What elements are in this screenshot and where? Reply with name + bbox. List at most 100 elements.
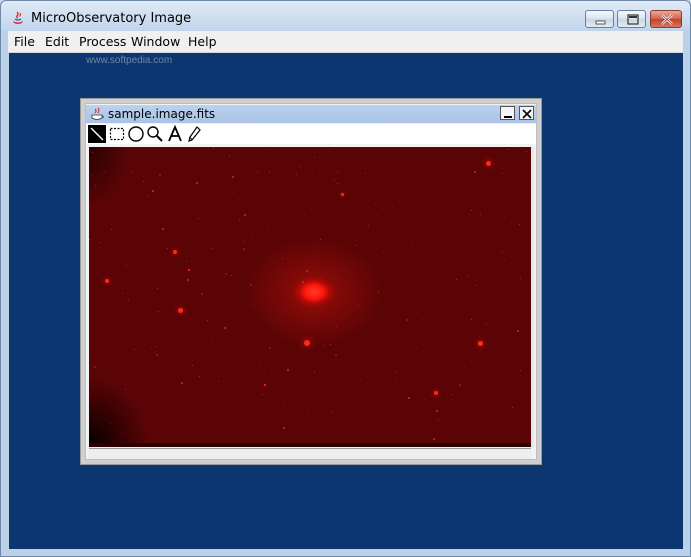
faint-star	[396, 378, 397, 379]
faint-star	[282, 173, 283, 174]
faint-star	[408, 397, 410, 399]
menu-process[interactable]: Process	[79, 34, 126, 49]
faint-star	[504, 259, 505, 260]
menu-window[interactable]: Window	[131, 34, 180, 49]
faint-star	[201, 293, 203, 295]
faint-star	[143, 181, 144, 182]
faint-star	[157, 288, 158, 289]
faint-star	[314, 371, 315, 372]
menu-file[interactable]: File	[14, 34, 35, 49]
faint-star	[229, 155, 230, 156]
faint-star	[218, 385, 219, 386]
faint-star	[392, 206, 393, 207]
faint-star	[111, 229, 112, 230]
image-right-edge	[531, 147, 534, 447]
faint-star	[125, 389, 126, 390]
faint-star	[395, 372, 396, 373]
faint-star	[436, 410, 438, 412]
faint-star	[95, 185, 96, 186]
faint-star	[502, 173, 503, 174]
faint-star	[225, 273, 227, 275]
star	[434, 391, 438, 395]
ellipse-select-icon[interactable]	[127, 125, 145, 143]
app-java-icon	[10, 10, 26, 26]
faint-star	[101, 164, 102, 165]
star	[477, 340, 483, 346]
faint-star	[221, 406, 222, 407]
faint-star	[232, 176, 234, 178]
image-window-titlebar[interactable]: sample.image.fits	[86, 105, 536, 123]
faint-star	[153, 414, 154, 415]
faint-star	[254, 305, 255, 306]
faint-star	[471, 210, 472, 211]
faint-star	[375, 204, 376, 205]
image-status-bar	[89, 448, 531, 459]
rectangle-select-icon[interactable]	[108, 125, 126, 143]
maximize-button[interactable]	[617, 10, 646, 28]
faint-star	[262, 394, 263, 395]
text-tool-icon[interactable]	[166, 125, 184, 143]
faint-star	[526, 151, 527, 152]
faint-star	[198, 238, 199, 239]
faint-star	[122, 293, 123, 294]
faint-star	[317, 314, 318, 315]
faint-star	[122, 432, 123, 433]
faint-star	[186, 261, 187, 262]
faint-star	[156, 354, 158, 356]
faint-star	[417, 314, 418, 315]
menu-bar: File Edit Process Window Help	[8, 31, 683, 53]
faint-star	[300, 166, 301, 167]
astronomy-image-canvas[interactable]	[89, 147, 531, 447]
faint-star	[312, 170, 313, 171]
faint-star	[233, 192, 234, 193]
faint-star	[273, 182, 274, 183]
faint-star	[90, 394, 91, 395]
menu-help[interactable]: Help	[188, 34, 217, 49]
title-bar[interactable]: MicroObservatory Image	[1, 1, 690, 31]
faint-star	[181, 382, 183, 384]
faint-star	[167, 248, 168, 249]
faint-star	[92, 152, 93, 153]
faint-star	[446, 282, 447, 283]
faint-star	[261, 348, 262, 349]
faint-star	[358, 305, 359, 306]
faint-star	[437, 315, 438, 316]
faint-star	[128, 299, 129, 300]
minimize-button[interactable]	[585, 10, 614, 28]
faint-star	[152, 190, 154, 192]
zoom-magnifier-icon[interactable]	[146, 125, 164, 143]
line-tool-icon[interactable]	[88, 125, 106, 143]
faint-star	[151, 347, 152, 348]
faint-star	[416, 348, 417, 349]
image-close-button[interactable]	[519, 106, 534, 120]
faint-star	[314, 157, 315, 158]
faint-star	[424, 399, 425, 400]
faint-star	[251, 234, 252, 235]
close-button[interactable]	[650, 10, 682, 28]
faint-star	[476, 285, 477, 286]
faint-star	[520, 278, 521, 279]
faint-star	[199, 376, 200, 377]
faint-star	[502, 251, 503, 252]
faint-star	[258, 413, 259, 414]
faint-star	[377, 215, 378, 216]
faint-star	[329, 151, 330, 152]
faint-star	[304, 214, 305, 215]
image-minimize-button[interactable]	[500, 106, 515, 120]
faint-star	[360, 379, 361, 380]
menu-edit[interactable]: Edit	[45, 34, 69, 49]
star	[264, 384, 266, 386]
faint-star	[471, 360, 472, 361]
faint-star	[337, 183, 338, 184]
faint-star	[192, 365, 193, 366]
faint-star	[520, 370, 521, 371]
faint-star	[231, 275, 232, 276]
faint-star	[406, 319, 408, 321]
faint-star	[277, 282, 278, 283]
star	[188, 269, 190, 271]
faint-star	[378, 291, 379, 292]
pencil-tool-icon[interactable]	[185, 125, 203, 143]
faint-star	[250, 284, 252, 286]
image-window-title: sample.image.fits	[108, 107, 216, 121]
faint-star	[337, 172, 338, 173]
